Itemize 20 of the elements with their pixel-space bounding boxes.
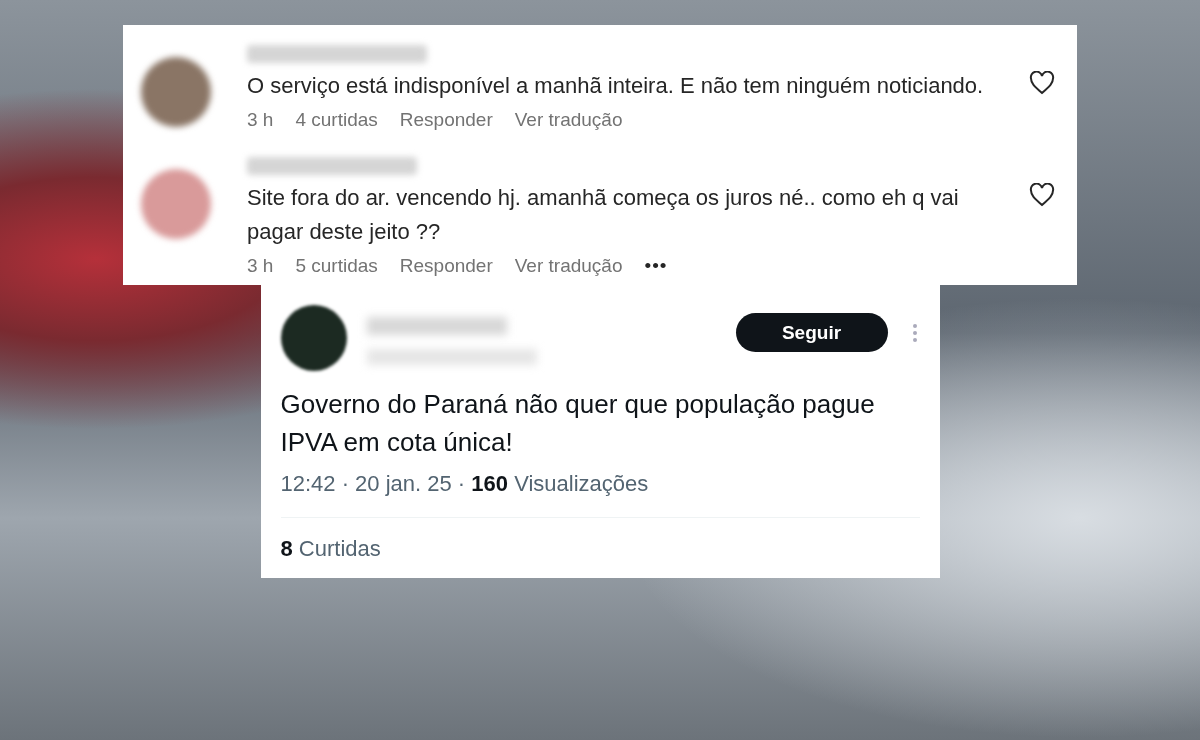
translate-link[interactable]: Ver tradução bbox=[514, 255, 623, 277]
comment-time: 3 h bbox=[247, 255, 274, 277]
likes-count[interactable]: 8 Curtidas bbox=[280, 536, 920, 562]
comment-time: 3 h bbox=[247, 109, 274, 131]
likes-count[interactable]: 5 curtidas bbox=[295, 255, 378, 277]
heart-icon[interactable] bbox=[1029, 71, 1055, 95]
more-options-button[interactable]: ••• bbox=[644, 255, 668, 277]
reply-link[interactable]: Responder bbox=[399, 255, 493, 277]
follow-button[interactable]: Seguir bbox=[735, 313, 888, 352]
blurred-avatar bbox=[141, 57, 211, 127]
comment-text: O serviço está indisponível a manhã inteira. E não tem ninguém noticiando. bbox=[247, 72, 985, 100]
post-text: Governo do Paraná não quer que população pague IPVA em cota única! bbox=[280, 388, 876, 459]
reply-link[interactable]: Responder bbox=[399, 109, 493, 131]
post-timestamp-views: 12:42 · 20 jan. 25 · 160 Visualizações bbox=[280, 471, 650, 497]
translate-link[interactable]: Ver tradução bbox=[514, 109, 623, 131]
comment-text: Site fora do ar. vencendo hj. amanhã começa os juros né.. como eh q vai pagar deste jeito ?? bbox=[247, 184, 960, 246]
heart-icon[interactable] bbox=[1029, 183, 1055, 207]
avatar-circle bbox=[280, 305, 347, 371]
blurred-avatar bbox=[141, 169, 211, 239]
likes-count[interactable]: 4 curtidas bbox=[295, 109, 378, 131]
